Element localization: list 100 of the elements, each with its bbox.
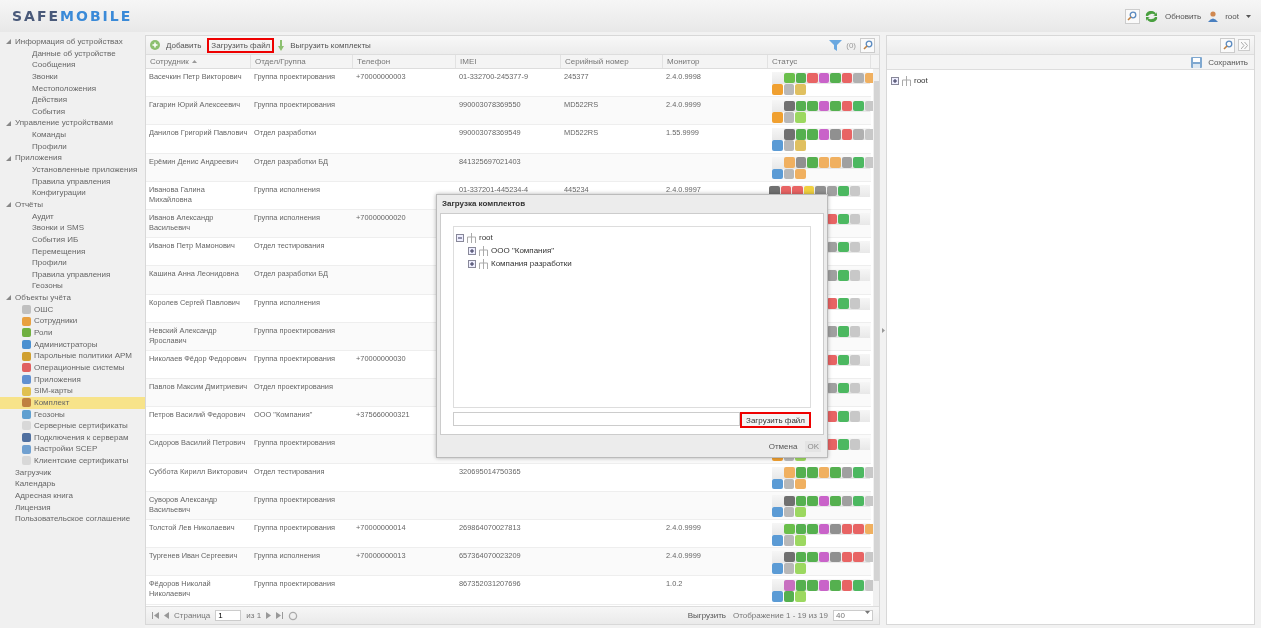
next-page-icon[interactable] xyxy=(266,612,272,619)
column-header[interactable]: Телефон xyxy=(357,55,391,68)
sidebar-item[interactable]: Лицензия xyxy=(0,501,145,514)
tree-node[interactable]: root xyxy=(479,233,493,242)
user-icon xyxy=(1208,10,1219,22)
sidebar-item[interactable]: Загрузчик xyxy=(0,466,145,479)
export-button[interactable]: Выгрузить xyxy=(685,610,728,621)
sidebar-label: Информация об устройствах xyxy=(15,36,123,48)
tree-toggle-icon[interactable] xyxy=(468,259,476,268)
page-input[interactable]: 1 xyxy=(215,610,242,621)
expand-arrow-icon[interactable] xyxy=(6,295,11,301)
collapse-arrow-icon[interactable] xyxy=(881,327,885,333)
expand-panel-button[interactable] xyxy=(1238,39,1250,51)
sidebar-label: Объекты учёта xyxy=(15,292,71,304)
column-header[interactable]: IMEI xyxy=(460,55,477,68)
column-header[interactable]: Статус xyxy=(772,55,798,68)
sidebar-item[interactable]: События xyxy=(0,105,145,118)
sidebar-item[interactable]: Аудит xyxy=(0,210,145,223)
filter-icon[interactable] xyxy=(829,39,843,51)
sidebar-item[interactable]: Настройки SCEP xyxy=(0,443,145,456)
org-chart-icon xyxy=(466,232,477,243)
first-page-icon[interactable] xyxy=(152,612,159,619)
sidebar-item[interactable]: Правила управления xyxy=(0,175,145,188)
download-arrow-icon xyxy=(278,39,285,51)
column-header[interactable]: Сотрудник xyxy=(150,55,189,68)
previous-page-icon[interactable] xyxy=(164,612,169,619)
sidebar-item[interactable]: Приложения xyxy=(0,152,145,165)
sidebar-item[interactable]: Местоположения xyxy=(0,82,145,95)
column-header[interactable]: Монитор xyxy=(667,55,700,68)
sidebar-item[interactable]: Геозоны xyxy=(0,408,145,421)
sidebar-item[interactable]: Календарь xyxy=(0,478,145,490)
sidebar-item[interactable]: Действия xyxy=(0,94,145,106)
expand-arrow-icon[interactable] xyxy=(6,202,11,208)
sidebar-item[interactable]: Сотрудники xyxy=(0,315,145,327)
expand-arrow-icon[interactable] xyxy=(6,39,11,45)
sidebar-item[interactable]: Сообщения xyxy=(0,59,145,71)
sidebar-item[interactable]: Операционные системы xyxy=(0,361,145,374)
sidebar-label: Отчёты xyxy=(15,198,43,211)
sidebar-item[interactable]: Профили xyxy=(0,140,145,153)
sidebar-item[interactable]: Команды xyxy=(0,129,145,141)
save-button[interactable]: Сохранить xyxy=(1206,56,1250,68)
sidebar-item[interactable]: Перемещения xyxy=(0,245,145,258)
tree-toggle-icon[interactable] xyxy=(468,246,476,255)
sidebar-item[interactable]: Объекты учёта xyxy=(0,292,145,304)
last-page-icon[interactable] xyxy=(276,612,284,619)
tree-node[interactable]: root xyxy=(914,76,928,85)
sidebar-item[interactable]: Роли xyxy=(0,327,145,339)
sidebar-item[interactable]: SIM-карты xyxy=(0,385,145,397)
expand-arrow-icon[interactable] xyxy=(6,155,11,161)
sidebar-item[interactable]: Геозоны xyxy=(0,280,145,293)
caret-icon[interactable] xyxy=(1246,14,1251,18)
sidebar-item[interactable]: Клиентские сертификаты xyxy=(0,455,145,467)
filter-count: (0) xyxy=(846,40,856,50)
export-kits-button[interactable]: Выгрузить комплекты xyxy=(288,39,373,51)
sidebar-item[interactable]: Данные об устройстве xyxy=(0,47,145,60)
expand-arrow-icon[interactable] xyxy=(6,120,11,126)
upload-file-button[interactable]: Загрузить файл xyxy=(207,37,275,53)
sidebar-item[interactable]: Установленные приложения xyxy=(0,164,145,176)
sidebar-item[interactable]: Серверные сертификаты xyxy=(0,420,145,432)
org-chart-icon xyxy=(478,245,489,256)
sidebar-item[interactable]: ОШС xyxy=(0,303,145,316)
scrollbar[interactable] xyxy=(873,69,879,606)
sidebar-item[interactable]: События ИБ xyxy=(0,233,145,246)
display-info: Отображение 1 - 19 из 19 xyxy=(732,611,828,620)
sidebar-label: Лицензия xyxy=(15,501,51,514)
sidebar-item[interactable]: Адресная книга xyxy=(0,490,145,502)
sidebar-item[interactable]: Парольные политики АРМ xyxy=(0,350,145,362)
sidebar-item[interactable]: Приложения xyxy=(0,373,145,386)
column-header[interactable]: Отдел/Группа xyxy=(255,55,306,68)
search-button[interactable] xyxy=(860,37,875,53)
tree-node[interactable]: Компания разработки xyxy=(491,259,572,268)
column-header[interactable]: Серийный номер xyxy=(565,55,629,68)
refresh-icon[interactable] xyxy=(288,610,299,621)
sidebar-item[interactable]: Правила управления xyxy=(0,268,145,281)
sidebar-item[interactable]: Информация об устройствах xyxy=(0,36,145,48)
sidebar-item[interactable]: Управление устройствами xyxy=(0,117,145,130)
sidebar-item[interactable]: Звонки xyxy=(0,70,145,83)
add-button[interactable]: Добавить xyxy=(164,39,204,51)
tree-node[interactable]: ООО "Компания" xyxy=(491,246,555,255)
sidebar-item[interactable]: Пользовательское соглашение xyxy=(0,513,145,525)
sidebar-item[interactable]: Комплект xyxy=(0,396,145,409)
sidebar-item[interactable]: Профили xyxy=(0,257,145,269)
sidebar-item[interactable]: Конфигурации xyxy=(0,187,145,199)
caret-icon[interactable] xyxy=(865,611,870,614)
sidebar-item[interactable]: Администраторы xyxy=(0,338,145,351)
page-size-select[interactable]: 40 xyxy=(833,610,873,621)
sidebar-item[interactable]: Звонки и SMS xyxy=(0,222,145,234)
upload-file-button[interactable]: Загрузить файл xyxy=(740,412,811,428)
user-menu[interactable]: root xyxy=(1223,10,1241,22)
tree-toggle-icon[interactable] xyxy=(891,76,899,85)
file-path-field[interactable] xyxy=(453,412,741,426)
search-button[interactable] xyxy=(1124,8,1140,24)
refresh-icon[interactable] xyxy=(1144,10,1158,22)
sidebar-item[interactable]: Подключения к серверам xyxy=(0,431,145,444)
refresh-button[interactable]: Обновить xyxy=(1162,10,1204,22)
org-chart-icon xyxy=(901,75,912,86)
search-button[interactable] xyxy=(1220,37,1235,53)
tree-toggle-icon[interactable] xyxy=(456,233,464,242)
cancel-button[interactable]: Отмена xyxy=(766,440,800,452)
sidebar-item[interactable]: Отчёты xyxy=(0,198,145,211)
